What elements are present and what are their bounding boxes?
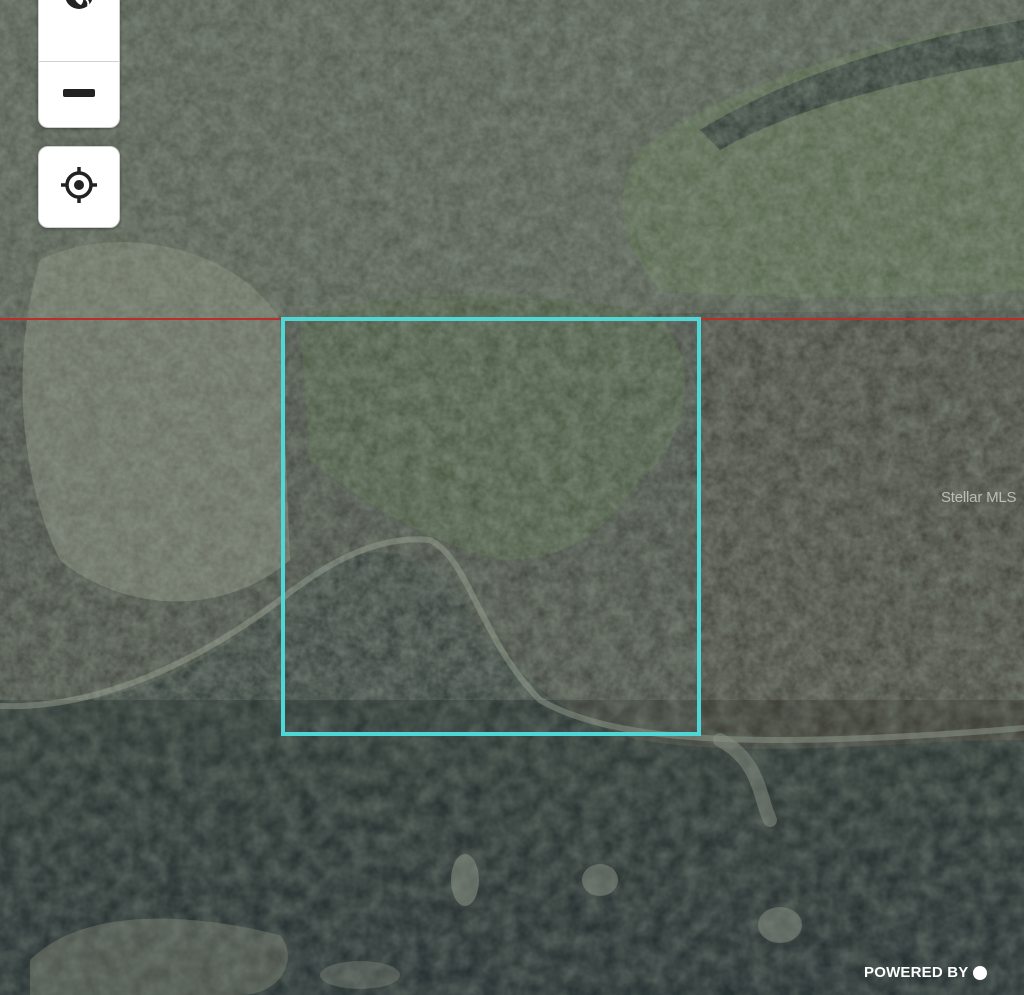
attribution-logo-icon (972, 965, 987, 980)
globe-icon (62, 0, 96, 28)
satellite-imagery (0, 0, 1024, 995)
attribution-text: POWERED BY (864, 964, 969, 981)
stellar-mls-watermark: Stellar MLS (941, 489, 1017, 506)
crosshair-icon (59, 165, 99, 210)
minus-icon (62, 86, 96, 104)
zoom-out-button[interactable] (39, 62, 119, 127)
locate-button[interactable] (38, 146, 120, 228)
globe-button[interactable] (39, 0, 119, 62)
map-zoom-controls (38, 0, 120, 128)
map-attribution[interactable]: POWERED BY (864, 964, 987, 981)
satellite-map[interactable] (0, 0, 1024, 995)
